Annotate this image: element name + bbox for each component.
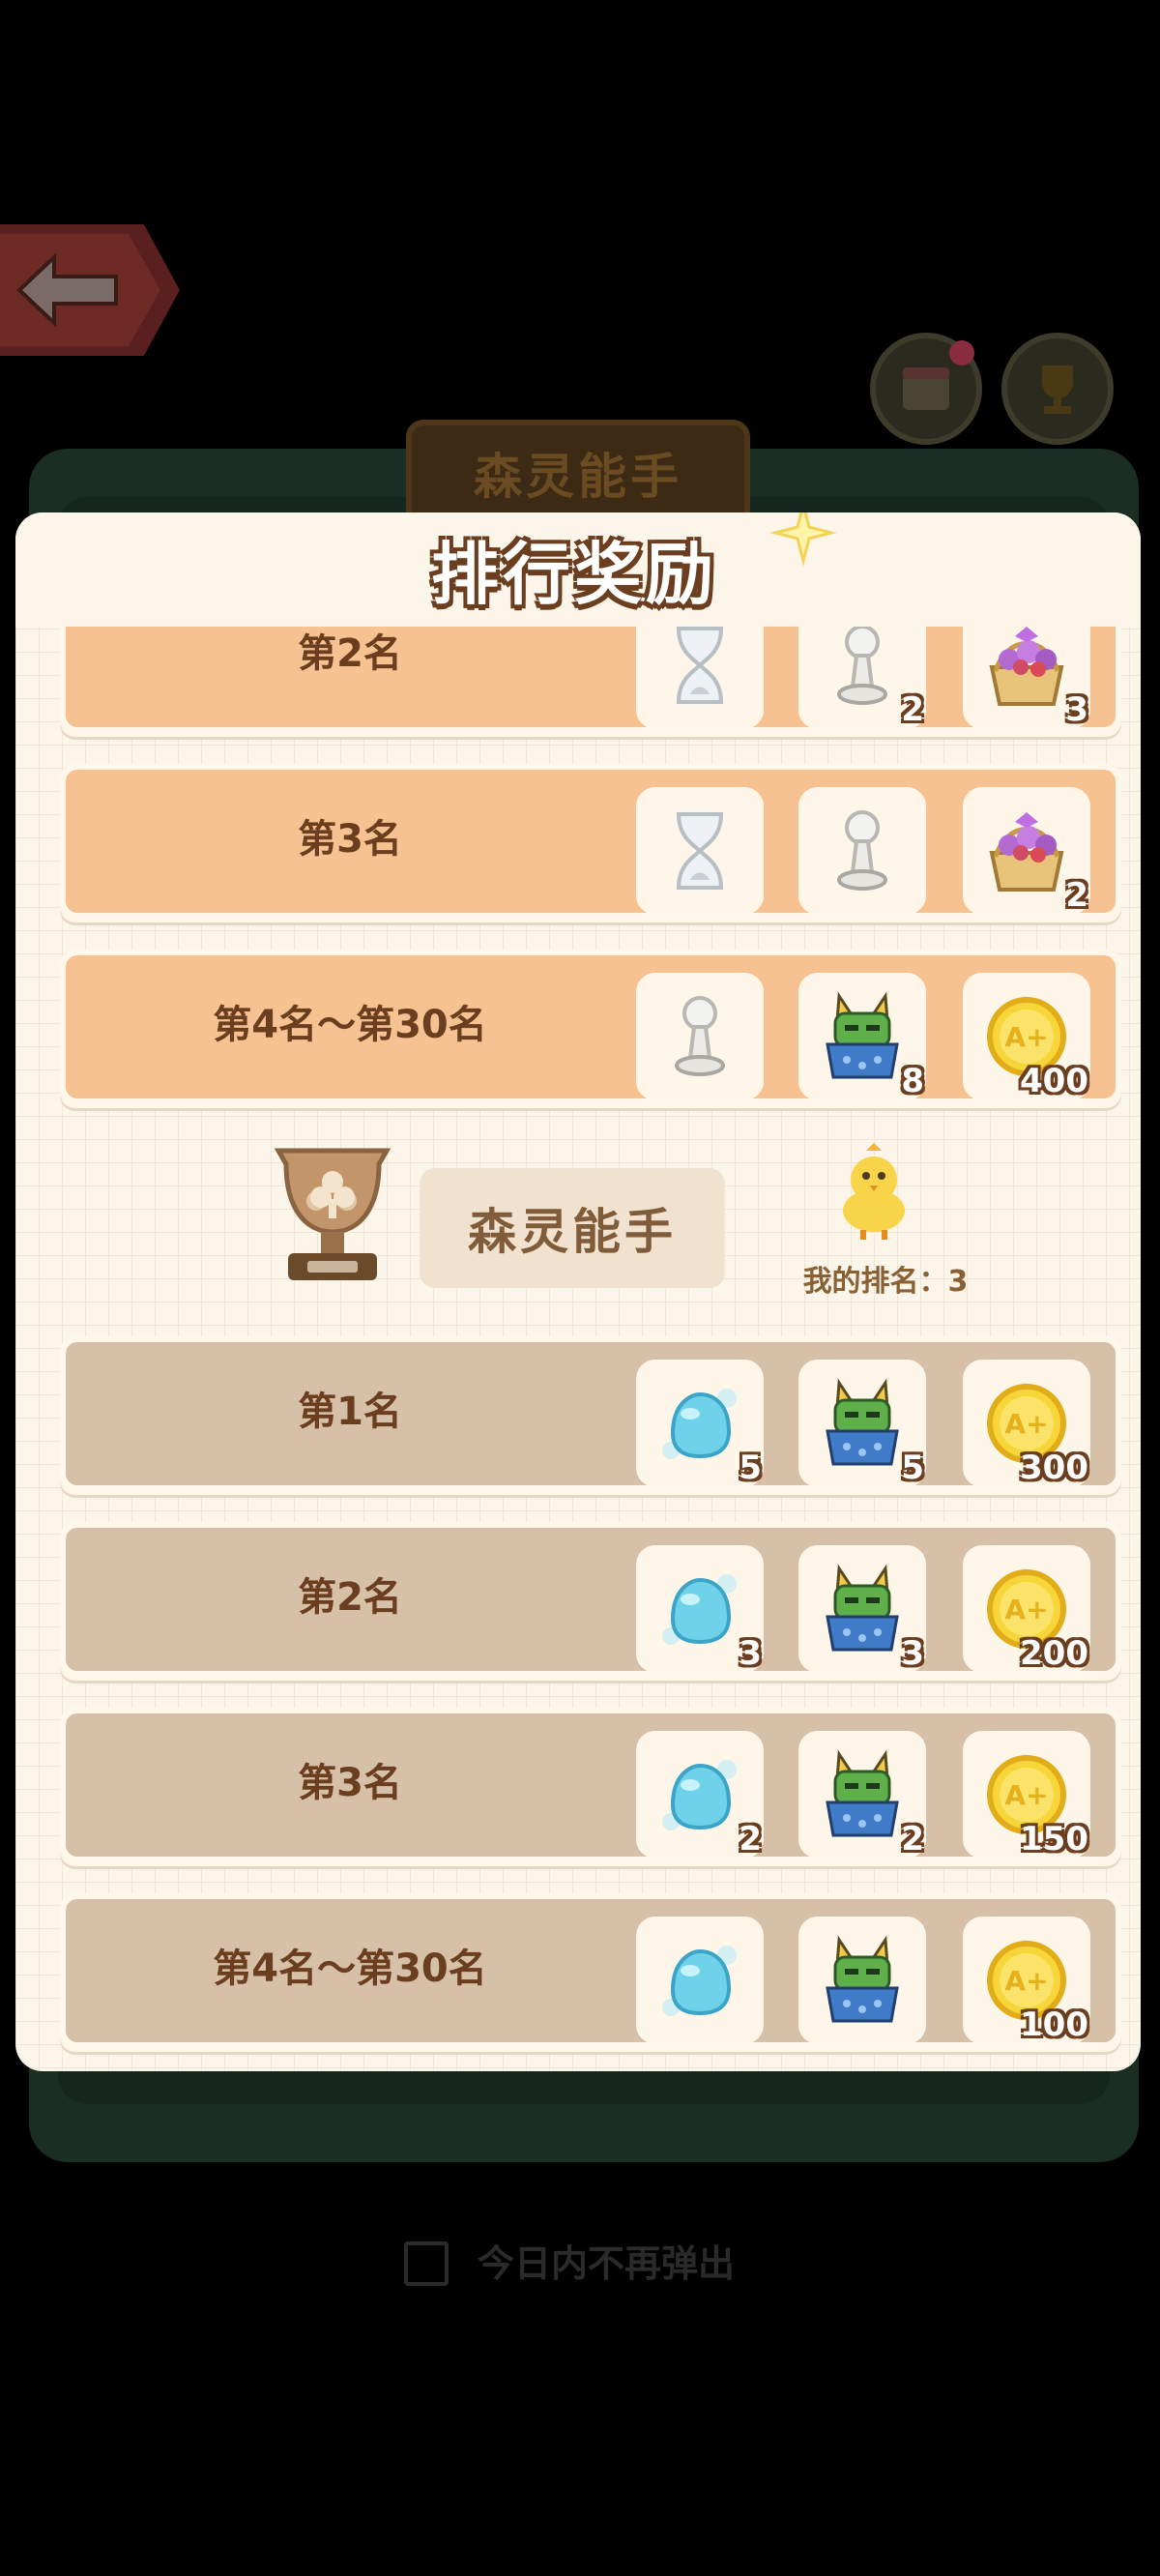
reward-item-count: 100 (1020, 2005, 1088, 2044)
reward-item[interactable] (798, 787, 926, 915)
reward-item-count: 2 (1065, 876, 1088, 915)
reward-item[interactable]: 2 (798, 627, 926, 729)
rank-label: 第3名 (298, 1761, 402, 1805)
ranking-button[interactable] (1001, 333, 1114, 445)
svg-text:A+: A+ (1004, 1594, 1048, 1625)
rank-label: 第2名 (298, 631, 402, 676)
tier-header: 森灵能手我的排名：3 (15, 1143, 1141, 1327)
tier-trophy-icon (274, 1148, 392, 1280)
reward-item-count: 5 (739, 1449, 762, 1487)
shop-icon (903, 367, 949, 410)
reward-item-count: 2 (901, 1820, 924, 1859)
reward-row: 第3名 2 2 A+ 150 (60, 1708, 1121, 1866)
reward-item[interactable] (798, 1917, 926, 2044)
reward-item[interactable]: 5 (798, 1360, 926, 1487)
reward-item[interactable]: 2 (636, 1731, 764, 1859)
reward-item[interactable]: 8 (798, 973, 926, 1100)
rank-label: 第2名 (298, 1575, 402, 1620)
reward-item[interactable]: A+ 400 (963, 973, 1090, 1100)
rewards-scroll-area[interactable]: 第2名 2 3 第3名 2 第4名～第30名 8 A+ 400 森灵能手我的排名：3 第1名 5 5 A+… (15, 627, 1141, 2058)
reward-item-count: 2 (739, 1820, 762, 1859)
svg-text:A+: A+ (1004, 1021, 1048, 1053)
rank-label: 第4名～第30名 (213, 1947, 487, 1991)
dialog-title-plaque: 森灵能手 (406, 420, 750, 526)
reward-row: 第3名 2 (60, 764, 1121, 922)
reward-item-count: 200 (1020, 1634, 1088, 1673)
reward-item[interactable]: 3 (636, 1545, 764, 1673)
shop-button[interactable] (870, 333, 982, 445)
rank-label: 第3名 (298, 817, 402, 862)
reward-item-count: 3 (1065, 690, 1088, 729)
back-arrow-icon (16, 253, 118, 327)
reward-item-count: 5 (901, 1449, 924, 1487)
back-button[interactable] (0, 224, 180, 356)
dont-show-today-checkbox[interactable] (404, 2241, 449, 2286)
dont-show-today-label: 今日内不再弹出 (478, 2242, 736, 2285)
reward-item-count: 2 (901, 690, 924, 729)
my-rank-label: 我的排名：3 (802, 1265, 969, 1299)
svg-text:A+: A+ (1004, 1408, 1048, 1440)
reward-row: 第4名～第30名 A+ 100 (60, 1893, 1121, 2052)
panel-header: 排行奖励 (15, 512, 1141, 627)
reward-row: 第4名～第30名 8 A+ 400 (60, 950, 1121, 1108)
reward-item-count: 400 (1020, 1062, 1088, 1100)
reward-item[interactable]: 2 (798, 1731, 926, 1859)
rank-label: 第4名～第30名 (213, 1003, 487, 1047)
sparkle-icon (769, 512, 837, 567)
reward-item[interactable] (636, 787, 764, 915)
panel-title: 排行奖励 (431, 535, 717, 614)
reward-item-count: 3 (901, 1634, 924, 1673)
reward-item[interactable]: 2 (963, 787, 1090, 915)
reward-item[interactable] (636, 973, 764, 1100)
reward-row: 第1名 5 5 A+ 300 (60, 1336, 1121, 1495)
reward-item-count: 300 (1020, 1449, 1088, 1487)
reward-item[interactable]: 3 (798, 1545, 926, 1673)
reward-item[interactable]: 5 (636, 1360, 764, 1487)
reward-item[interactable]: A+ 100 (963, 1917, 1090, 2044)
reward-item[interactable]: A+ 150 (963, 1731, 1090, 1859)
reward-item-count: 3 (739, 1634, 762, 1673)
trophy-icon (1042, 366, 1073, 414)
ranking-rewards-panel: 第2名 2 3 第3名 2 第4名～第30名 8 A+ 400 森灵能手我的排名：3 第1名 5 5 A+… (15, 512, 1141, 2071)
svg-text:A+: A+ (1004, 1965, 1048, 1997)
reward-item[interactable] (636, 1917, 764, 2044)
reward-item[interactable]: A+ 200 (963, 1545, 1090, 1673)
rank-label: 第1名 (298, 1390, 402, 1434)
reward-item[interactable]: 3 (963, 627, 1090, 729)
tier-name: 森灵能手 (420, 1168, 725, 1288)
reward-item[interactable]: A+ 300 (963, 1360, 1090, 1487)
reward-item-count: 8 (901, 1062, 924, 1100)
reward-item-count: 150 (1020, 1820, 1088, 1859)
chick-avatar-icon (843, 1143, 905, 1240)
reward-row: 第2名 3 3 A+ 200 (60, 1522, 1121, 1681)
reward-item[interactable] (636, 627, 764, 729)
svg-text:A+: A+ (1004, 1779, 1048, 1811)
reward-row: 第2名 2 3 (60, 627, 1121, 737)
